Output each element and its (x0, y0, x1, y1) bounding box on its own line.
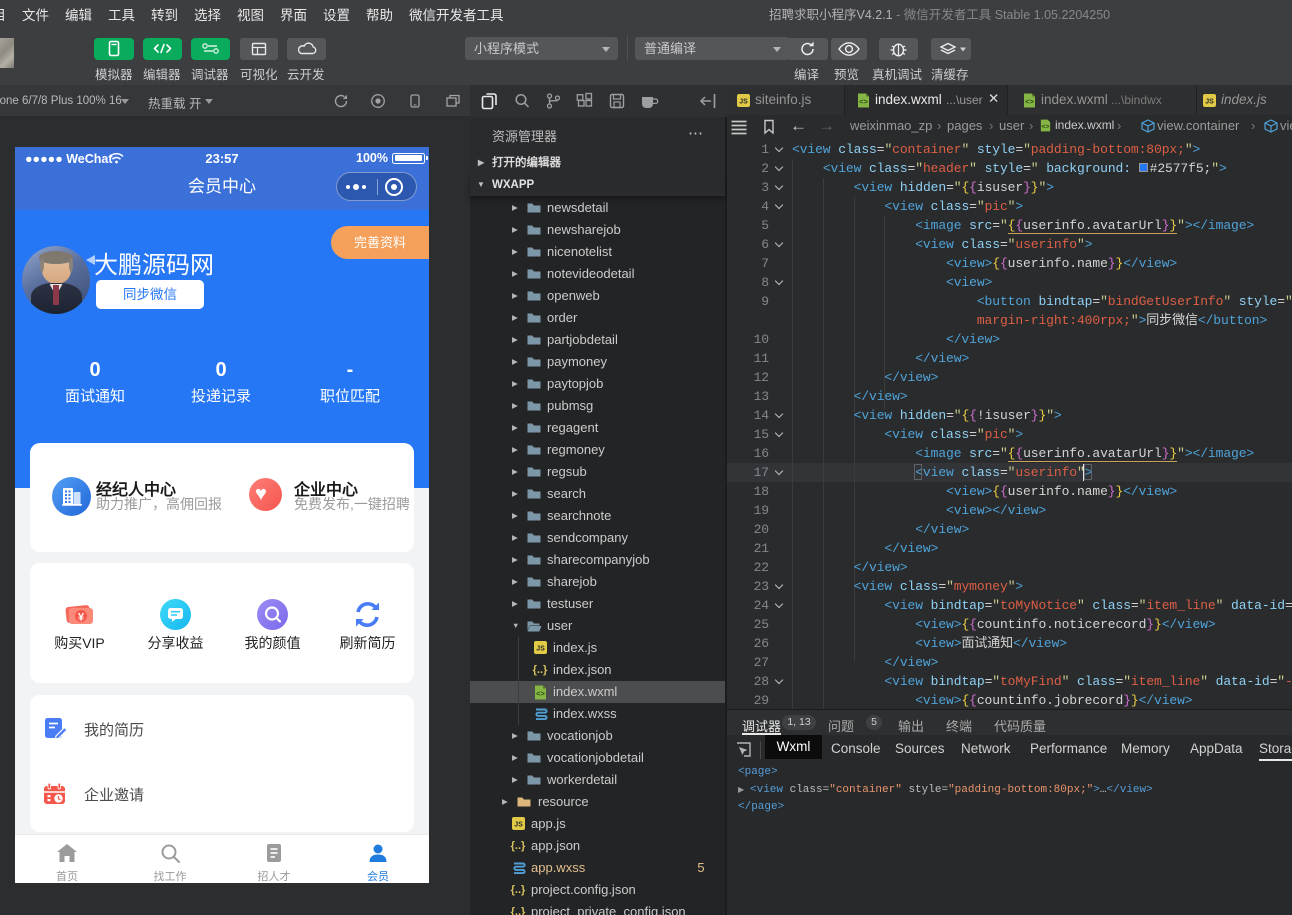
svg-text:¥: ¥ (78, 612, 85, 624)
svg-text:<>: <> (1042, 123, 1050, 130)
svg-text:JS: JS (514, 822, 523, 829)
svg-text:JS: JS (739, 98, 748, 105)
svg-text:<>: <> (1025, 97, 1034, 106)
svg-text:<>: <> (536, 689, 545, 698)
svg-text:JS: JS (536, 646, 545, 653)
svg-text:<>: <> (859, 97, 868, 106)
svg-text:JS: JS (1205, 98, 1214, 105)
